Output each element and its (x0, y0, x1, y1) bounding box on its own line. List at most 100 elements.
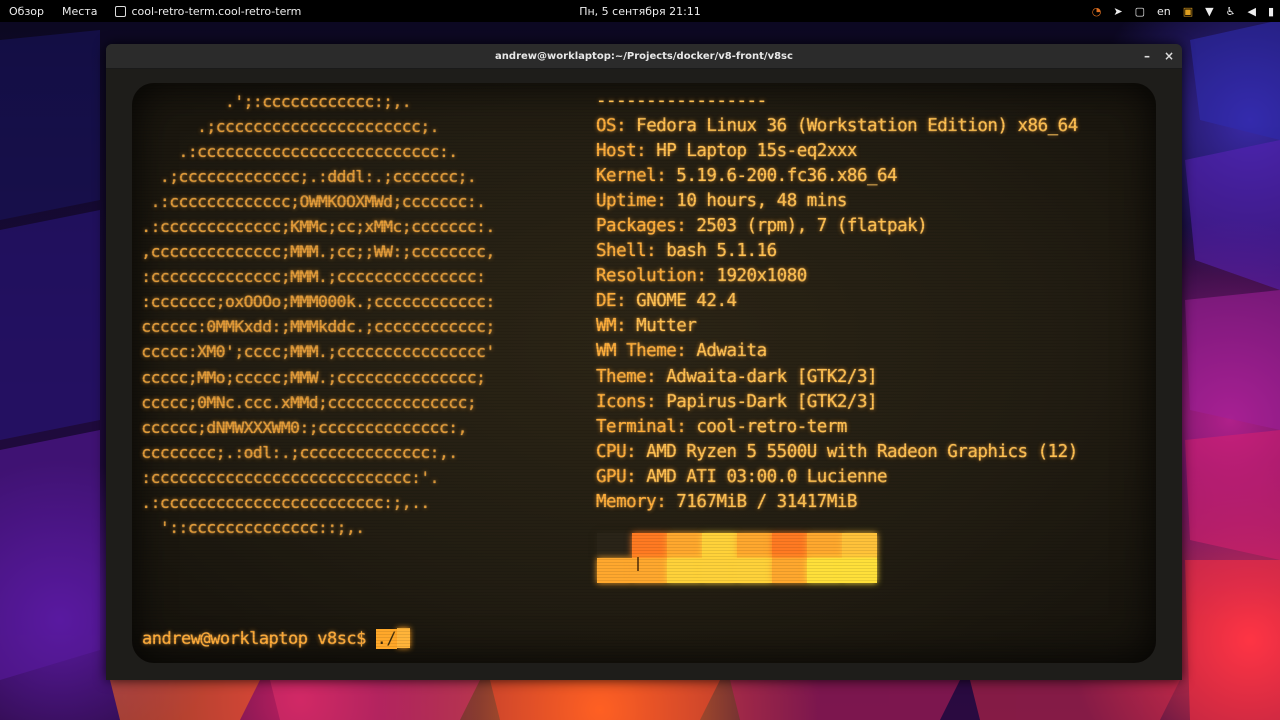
info-row: WM: Mutter (596, 314, 1078, 339)
ascii-line: .';:cccccccccccc:;,. (132, 92, 412, 111)
mouse-ibeam-icon (637, 557, 639, 571)
info-key: WM: (596, 316, 637, 337)
info-key: Theme: (596, 366, 667, 387)
info-value: Papirus-Dark [GTK2/3] (666, 391, 878, 412)
palette-swatch (807, 558, 842, 583)
system-tray: ◔ ➤ ▢ en ▣ ▼ ♿ ◀ ▮ (1092, 5, 1274, 18)
info-key: DE: (596, 291, 637, 312)
info-key: WM Theme: (596, 341, 697, 362)
ascii-line: :cccccccccccccc;MMM.;ccccccccccccccc: (132, 267, 486, 287)
ascii-line: .;cccccccccccccccccccccc;. (132, 117, 439, 137)
info-row: Theme: Adwaita-dark [GTK2/3] (596, 365, 1078, 390)
palette-swatch (702, 533, 737, 558)
info-key: OS: (596, 116, 637, 137)
info-row: Icons: Papirus-Dark [GTK2/3] (596, 390, 1078, 415)
clipboard-icon[interactable]: ▢ (1135, 5, 1145, 18)
timer-icon[interactable]: ◔ (1092, 5, 1102, 18)
info-key: Memory: (596, 491, 677, 512)
palette-swatch (807, 533, 842, 558)
ascii-line: cccccccc;.:odl:.;cccccccccccccc:,. (132, 442, 458, 462)
info-row: Packages: 2503 (rpm), 7 (flatpak) (596, 214, 1078, 239)
info-row: CPU: AMD Ryzen 5 5500U with Radeon Graph… (596, 440, 1078, 465)
crt-bezel: .';:cccccccccccc:;,. .;ccccccccccccccccc… (106, 69, 1182, 680)
ascii-line: cccccc:0MMKxdd:;MMMkddc.;cccccccccccc; (132, 317, 495, 337)
info-value: cool-retro-term (696, 416, 847, 437)
info-row: DE: GNOME 42.4 (596, 289, 1078, 314)
info-key: CPU: (596, 441, 647, 462)
palette-swatch (842, 533, 877, 558)
info-row: Kernel: 5.19.6-200.fc36.x86_64 (596, 164, 1078, 189)
info-row: Resolution: 1920x1080 (596, 264, 1078, 289)
activities-button[interactable]: Обзор (0, 5, 53, 18)
info-value: 7167MiB / 31417MiB (676, 491, 857, 512)
accessibility-icon[interactable]: ♿ (1226, 5, 1236, 18)
info-key: Host: (596, 141, 657, 162)
info-key: Icons: (596, 391, 667, 412)
notification-icon[interactable]: ▣ (1183, 5, 1193, 18)
prompt-line[interactable]: andrew@worklaptop v8sc$ ./ (142, 628, 411, 650)
language-indicator[interactable]: en (1157, 5, 1171, 18)
palette-swatch (772, 533, 807, 558)
palette-swatch (702, 558, 737, 583)
ascii-line: ccccc;MMo;ccccc;MMW.;ccccccccccccccc; (132, 367, 486, 387)
info-key: Resolution: (596, 266, 717, 287)
ascii-line: ccccc;0MNc.ccc.xMMd;ccccccccccccccc; (132, 392, 477, 412)
prompt-text: andrew@worklaptop v8sc$ (142, 629, 376, 649)
neofetch-info: ----------------- OS: Fedora Linux 36 (Wo… (596, 89, 1078, 515)
info-value: 10 hours, 48 mins (676, 191, 847, 212)
gnome-top-bar: Обзор Места cool-retro-term.cool-retro-t… (0, 0, 1280, 22)
window-controls: – × (1144, 44, 1174, 68)
palette-swatch (597, 558, 632, 583)
info-row: ----------------- (596, 89, 1078, 114)
ascii-line: .;ccccccccccccc;.:dddl:.;ccccccc;. (132, 167, 477, 187)
clock[interactable]: Пн, 5 сентября 21:11 (579, 5, 701, 18)
ascii-line: '::cccccccccccccc::;,. (132, 517, 365, 537)
battery-icon[interactable]: ▮ (1268, 5, 1274, 18)
info-key: Packages: (596, 216, 697, 237)
info-row: Uptime: 10 hours, 48 mins (596, 189, 1078, 214)
ascii-line: ccccc:XM0';cccc;MMM.;cccccccccccccccc' (132, 342, 495, 362)
fedora-ascii-logo: .';:cccccccccccc:;,. .;ccccccccccccccccc… (132, 89, 572, 540)
terminal-screen[interactable]: .';:cccccccccccc:;,. .;ccccccccccccccccc… (132, 83, 1156, 663)
info-value: Adwaita (696, 341, 767, 362)
info-key: Terminal: (596, 416, 697, 437)
palette-swatch (842, 558, 877, 583)
info-key: GPU: (596, 466, 647, 487)
info-row: WM Theme: Adwaita (596, 339, 1078, 364)
volume-icon[interactable]: ◀ (1247, 5, 1255, 18)
text-cursor (397, 628, 411, 648)
command-input[interactable]: ./ (375, 629, 398, 649)
color-palette (597, 533, 877, 583)
info-row: Host: HP Laptop 15s-eq2xxx (596, 139, 1078, 164)
app-window-icon (115, 5, 127, 17)
info-row: Shell: bash 5.1.16 (596, 239, 1078, 264)
palette-swatch (667, 558, 702, 583)
window-titlebar[interactable]: andrew@worklaptop:~/Projects/docker/v8-f… (106, 44, 1182, 69)
places-menu[interactable]: Места (53, 5, 106, 18)
ascii-line: :cccccccccccccccccccccccccccc:'. (132, 467, 439, 487)
window-title: andrew@worklaptop:~/Projects/docker/v8-f… (495, 50, 793, 62)
info-row: Terminal: cool-retro-term (596, 415, 1078, 440)
ascii-line: cccccc;dNMWXXXWM0:;cccccccccccccc:, (132, 417, 467, 437)
palette-swatch (737, 533, 772, 558)
wifi-icon[interactable]: ▼ (1205, 5, 1213, 18)
info-value: GNOME 42.4 (636, 291, 737, 312)
info-value: AMD Ryzen 5 5500U with Radeon Graphics (… (646, 441, 1078, 462)
info-value: 5.19.6-200.fc36.x86_64 (676, 166, 898, 187)
info-value: Adwaita-dark [GTK2/3] (666, 366, 878, 387)
info-row: Memory: 7167MiB / 31417MiB (596, 490, 1078, 515)
palette-swatch (737, 558, 772, 583)
info-value: AMD ATI 03:00.0 Lucienne (646, 466, 888, 487)
palette-swatch (772, 558, 807, 583)
ascii-line: ,cccccccccccccc;MMM.;cc;;WW:;cccccccc, (132, 242, 495, 262)
palette-swatch (667, 533, 702, 558)
ascii-line: .:cccccccccccccccccccccccc:;,.. (132, 492, 430, 512)
ascii-line: :ccccccc;oxOOOo;MMM000k.;cccccccccccc: (132, 292, 495, 312)
minimize-button[interactable]: – (1144, 49, 1150, 63)
info-value: 2503 (rpm), 7 (flatpak) (696, 216, 928, 237)
palette-swatch (632, 533, 667, 558)
app-menu[interactable]: cool-retro-term.cool-retro-term (106, 5, 310, 18)
info-key: Shell: (596, 241, 667, 262)
close-button[interactable]: × (1164, 49, 1174, 63)
telegram-icon[interactable]: ➤ (1113, 5, 1122, 18)
